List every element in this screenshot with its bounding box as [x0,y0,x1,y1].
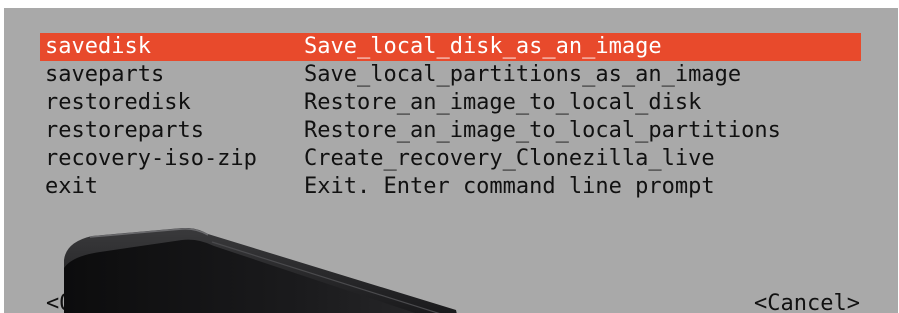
menu-item-saveparts[interactable]: saveparts Save_local_partitions_as_an_im… [40,61,861,89]
menu-item-description: Exit. Enter command line prompt [304,174,715,199]
menu-item-restoreparts[interactable]: restoreparts Restore_an_image_to_local_p… [40,117,861,145]
menu-item-description: Restore_an_image_to_local_partitions [304,118,781,143]
menu-item-recovery-iso-zip[interactable]: recovery-iso-zip Create_recovery_Clonezi… [40,145,861,173]
menu-item-description: Restore_an_image_to_local_disk [304,90,702,115]
menu-item-description: Save_local_disk_as_an_image [304,34,662,59]
ok-button[interactable]: <Ok [46,290,86,313]
menu-item-exit[interactable]: exit Exit. Enter command line prompt [40,173,861,201]
menu-item-tag: exit [45,174,98,199]
menu-item-tag: restoreparts [45,118,204,143]
menu-item-tag: recovery-iso-zip [45,146,257,171]
menu-item-tag: saveparts [45,62,165,87]
menu-item-description: Save_local_partitions_as_an_image [304,62,742,87]
external-hard-drive-icon [64,228,457,313]
menu-item-tag: savedisk [45,34,151,59]
terminal-screen: savedisk Save_local_disk_as_an_image sav… [4,8,898,313]
menu-item-savedisk[interactable]: savedisk Save_local_disk_as_an_image [40,33,861,61]
menu-item-description: Create_recovery_Clonezilla_live [304,146,715,171]
cancel-button[interactable]: <Cancel> [754,290,860,313]
menu-item-restoredisk[interactable]: restoredisk Restore_an_image_to_local_di… [40,89,861,117]
photo-border-top [0,0,899,8]
clonezilla-mode-menu: savedisk Save_local_disk_as_an_image sav… [40,33,861,201]
menu-item-tag: restoredisk [45,90,191,115]
